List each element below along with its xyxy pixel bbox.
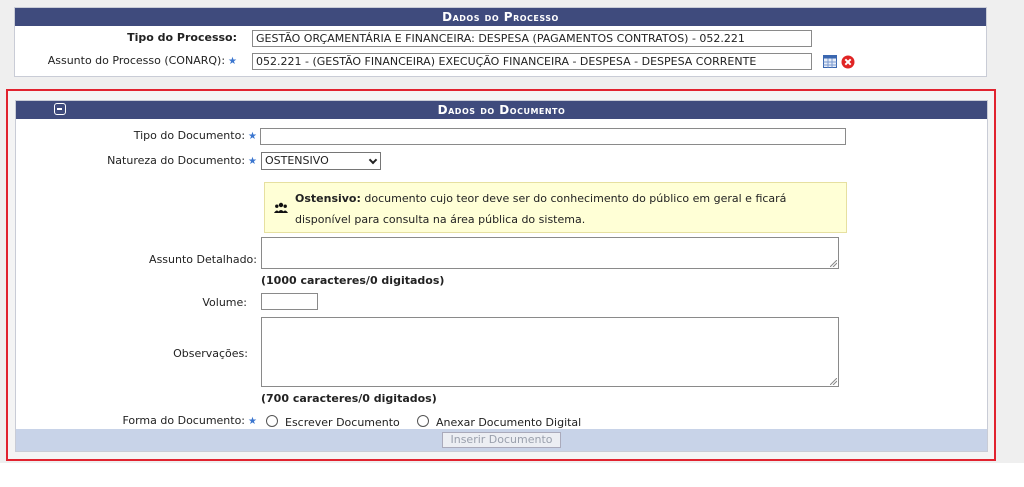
natureza-notice: Ostensivo: documento cujo teor deve ser …	[264, 182, 847, 233]
table-icon[interactable]	[823, 55, 837, 68]
natureza-documento-label: Natureza do Documento:	[107, 154, 246, 167]
tipo-processo-value: GESTÃO ORÇAMENTÁRIA E FINANCEIRA: DESPES…	[252, 30, 812, 47]
collapse-icon[interactable]	[54, 103, 66, 115]
document-footer: Inserir Documento	[16, 429, 987, 451]
radio-escrever-documento[interactable]	[266, 415, 278, 427]
assunto-detalhado-textarea[interactable]	[261, 237, 839, 269]
document-highlight-box: Dados do Documento Tipo do Documento: ★ N…	[6, 89, 996, 461]
assunto-detalhado-label: Assunto Detalhado:	[149, 253, 257, 266]
page: Dados do Processo Tipo do Processo: GEST…	[0, 0, 1024, 487]
observacoes-label: Observações:	[173, 347, 248, 360]
volume-input[interactable]	[261, 293, 318, 310]
natureza-selected-value: OSTENSIVO	[265, 154, 329, 167]
resize-grip-icon[interactable]	[830, 378, 837, 385]
required-star: ★	[248, 131, 257, 142]
tipo-processo-row: Tipo do Processo: GESTÃO ORÇAMENTÁRIA E …	[15, 30, 986, 50]
volume-label: Volume:	[202, 296, 247, 309]
observacoes-textarea[interactable]	[261, 317, 839, 387]
page-bottom-area	[0, 463, 1024, 487]
tipo-processo-label: Tipo do Processo:	[127, 31, 237, 44]
document-panel: Dados do Documento Tipo do Documento: ★ N…	[15, 100, 988, 452]
process-panel-title: Dados do Processo	[15, 8, 986, 26]
notice-title: Ostensivo:	[295, 192, 361, 205]
required-star: ★	[248, 416, 257, 427]
inserir-documento-button[interactable]: Inserir Documento	[442, 432, 561, 448]
required-star: ★	[228, 56, 237, 67]
forma-documento-label: Forma do Documento:	[122, 414, 246, 427]
process-panel: Dados do Processo Tipo do Processo: GEST…	[14, 7, 987, 77]
document-panel-title: Dados do Documento	[437, 103, 566, 117]
radio-anexar-documento[interactable]	[417, 415, 429, 427]
resize-grip-icon[interactable]	[830, 260, 837, 267]
assunto-processo-value: 052.221 - (GESTÃO FINANCEIRA) EXECUÇÃO F…	[252, 53, 812, 70]
notice-text: documento cujo teor deve ser do conhecim…	[295, 192, 787, 226]
assunto-processo-label: Assunto do Processo (CONARQ):	[47, 54, 226, 67]
required-star: ★	[248, 156, 257, 167]
tipo-documento-label: Tipo do Documento:	[133, 129, 246, 142]
remove-icon[interactable]	[841, 55, 855, 69]
tipo-documento-input[interactable]	[260, 128, 846, 145]
chevron-down-icon	[368, 155, 378, 165]
observacoes-counter: (700 caracteres/0 digitados)	[261, 392, 437, 405]
assunto-processo-row: Assunto do Processo (CONARQ): ★ 052.221 -…	[15, 53, 986, 73]
document-panel-header: Dados do Documento	[16, 101, 987, 119]
natureza-documento-select[interactable]: OSTENSIVO	[261, 152, 381, 170]
assunto-counter: (1000 caracteres/0 digitados)	[261, 274, 445, 287]
users-icon	[274, 202, 288, 213]
